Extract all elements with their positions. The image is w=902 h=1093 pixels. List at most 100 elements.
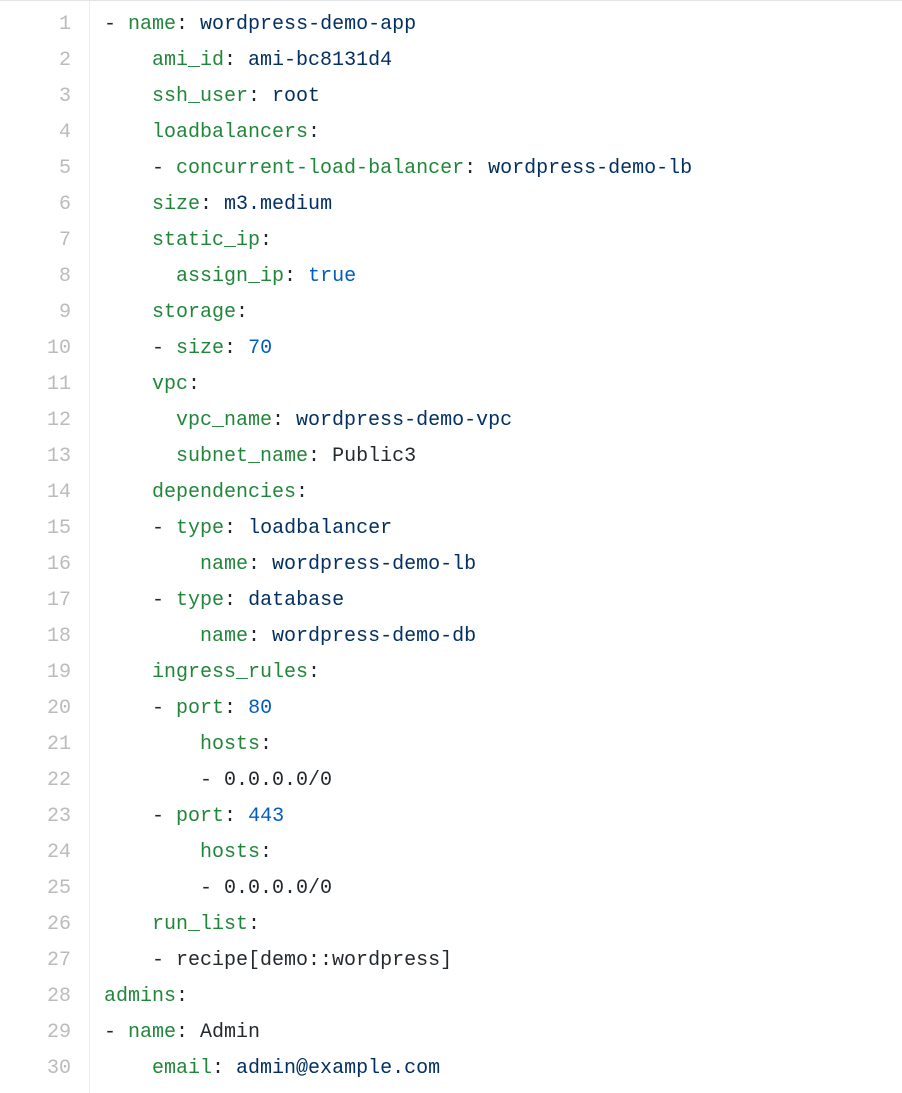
code-line: vpc: [104,367,902,403]
token-punct: - [104,1021,128,1044]
code-line: dependencies: [104,475,902,511]
token-plain: Public3 [332,445,416,468]
code-line: hosts: [104,727,902,763]
token-punct: : [224,589,248,612]
code-line: - port: 443 [104,799,902,835]
token-punct: - [104,13,128,36]
token-str: root [272,85,320,108]
code-line: name: wordpress-demo-db [104,619,902,655]
token-str: wordpress-demo-lb [488,157,692,180]
line-number: 15 [12,511,71,547]
code-line: loadbalancers: [104,115,902,151]
line-number: 8 [12,259,71,295]
code-line: run_list: [104,907,902,943]
line-number: 20 [12,691,71,727]
line-number: 21 [12,727,71,763]
token-key: ssh_user [152,85,248,108]
token-punct: : [248,625,272,648]
token-str: m3.medium [224,193,332,216]
line-number: 23 [12,799,71,835]
token-key: loadbalancers [152,121,308,144]
token-key: name [128,13,176,36]
token-punct: : [224,517,248,540]
token-punct: : [308,445,332,468]
token-key: static_ip [152,229,260,252]
token-punct: : [308,121,320,144]
token-punct: : [176,1021,200,1044]
token-key: type [176,589,224,612]
token-punct: : [464,157,488,180]
code-line: ingress_rules: [104,655,902,691]
token-key: run_list [152,913,248,936]
line-number: 22 [12,763,71,799]
line-number: 11 [12,367,71,403]
token-key: size [152,193,200,216]
token-key: type [176,517,224,540]
code-line: name: wordpress-demo-lb [104,547,902,583]
line-number: 28 [12,979,71,1015]
line-number: 7 [12,223,71,259]
code-line: - 0.0.0.0/0 [104,763,902,799]
line-number: 29 [12,1015,71,1051]
line-number: 16 [12,547,71,583]
code-line: - port: 80 [104,691,902,727]
code-line: - type: database [104,583,902,619]
token-punct: : [260,841,272,864]
line-number: 30 [12,1051,71,1087]
token-punct: - [152,157,176,180]
token-punct: : [248,85,272,108]
token-punct: : [176,13,200,36]
code-line: static_ip: [104,223,902,259]
line-number: 9 [12,295,71,331]
token-punct: : [248,913,260,936]
token-key: vpc_name [176,409,272,432]
token-bool: true [308,265,356,288]
token-punct: - [200,769,224,792]
code-line: size: m3.medium [104,187,902,223]
token-key: size [176,337,224,360]
token-punct: - [200,877,224,900]
token-plain: 0.0.0.0/0 [224,769,332,792]
code-line: ami_id: ami-bc8131d4 [104,43,902,79]
token-punct: : [200,193,224,216]
token-key: ami_id [152,49,224,72]
token-punct: : [284,265,308,288]
line-number: 1 [12,7,71,43]
token-punct: : [212,1057,236,1080]
code-line: - type: loadbalancer [104,511,902,547]
token-key: storage [152,301,236,324]
code-line: - recipe[demo::wordpress] [104,943,902,979]
line-number: 14 [12,475,71,511]
token-punct: : [176,985,188,1008]
line-number: 4 [12,115,71,151]
token-key: hosts [200,733,260,756]
token-punct: : [224,805,248,828]
token-punct: : [224,49,248,72]
token-punct: - [152,949,176,972]
token-punct: : [236,301,248,324]
line-number: 2 [12,43,71,79]
code-line: - size: 70 [104,331,902,367]
code-line: assign_ip: true [104,259,902,295]
line-number: 6 [12,187,71,223]
token-punct: - [152,697,176,720]
code-line: vpc_name: wordpress-demo-vpc [104,403,902,439]
code-line: - 0.0.0.0/0 [104,871,902,907]
token-key: port [176,697,224,720]
token-key: vpc [152,373,188,396]
code-line: hosts: [104,835,902,871]
token-key: name [128,1021,176,1044]
token-punct: : [272,409,296,432]
line-number: 25 [12,871,71,907]
code-line: - concurrent-load-balancer: wordpress-de… [104,151,902,187]
line-number: 24 [12,835,71,871]
line-number: 12 [12,403,71,439]
code-line: email: admin@example.com [104,1051,902,1087]
token-punct: - [152,589,176,612]
code-line: ssh_user: root [104,79,902,115]
token-str: wordpress-demo-lb [272,553,476,576]
token-punct: - [152,337,176,360]
code-block: 1234567891011121314151617181920212223242… [0,0,902,1093]
token-plain: Admin [200,1021,260,1044]
token-punct: : [224,697,248,720]
